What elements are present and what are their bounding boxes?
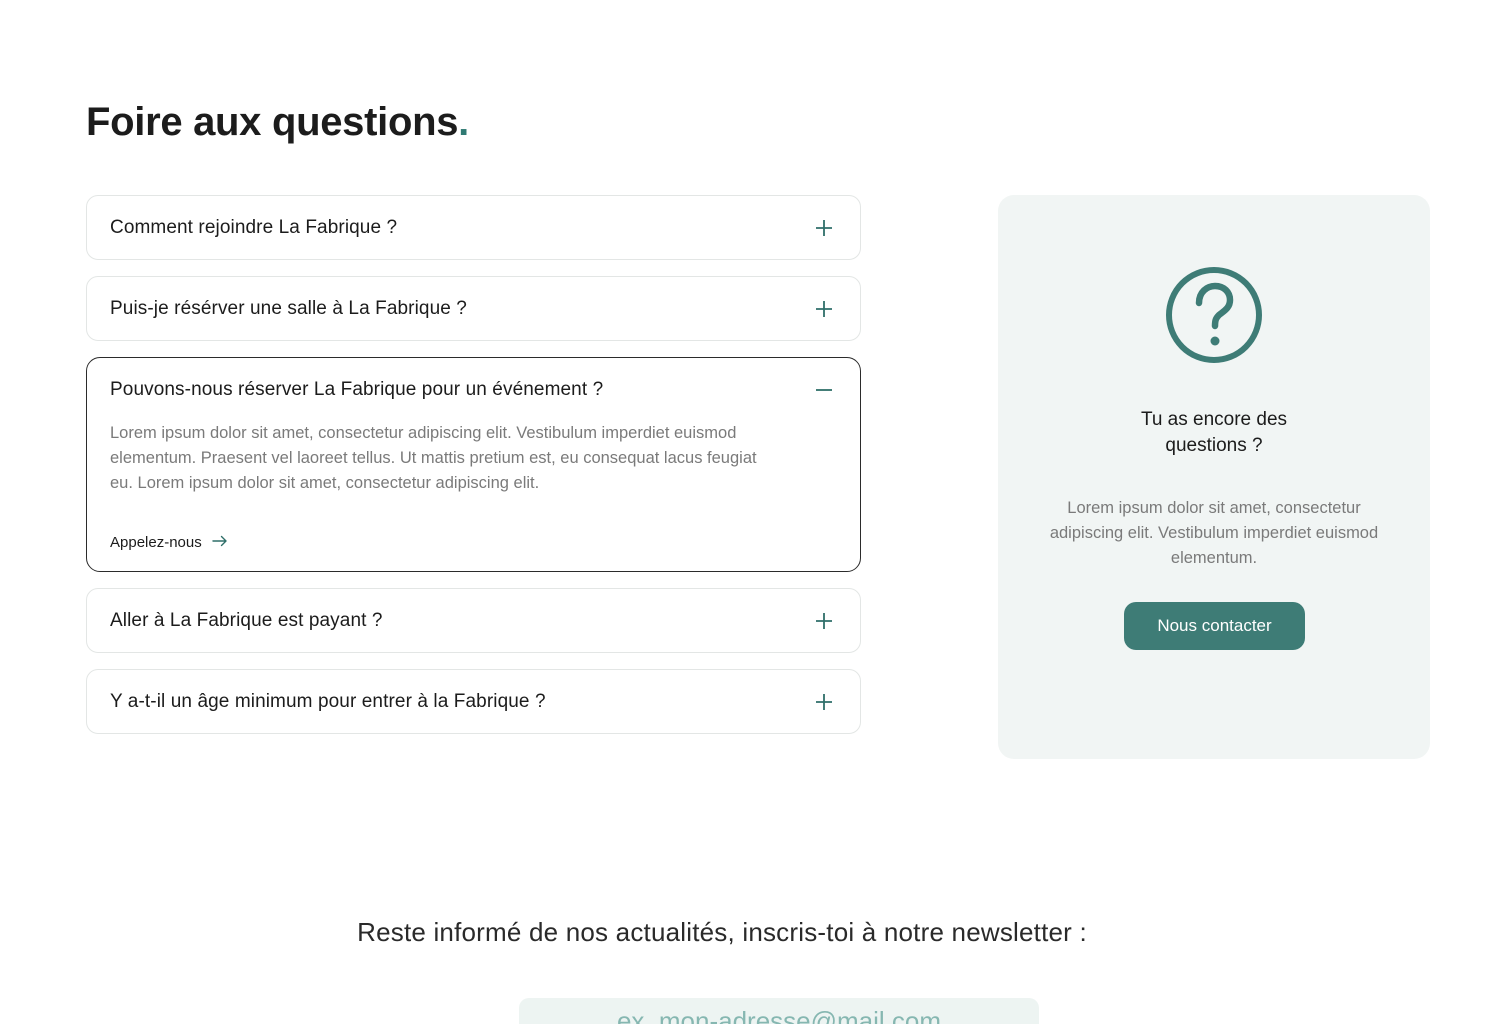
faq-answer: Lorem ipsum dolor sit amet, consectetur … [110,424,757,492]
contact-card-title: Tu as encore des questions ? [998,407,1430,459]
faq-answer-panel: Lorem ipsum dolor sit amet, consectetur … [87,421,860,571]
faq-item-header[interactable]: Y a-t-il un âge minimum pour entrer à la… [87,670,860,733]
faq-item-header[interactable]: Aller à La Fabrique est payant ? [87,589,860,652]
faq-item: Aller à La Fabrique est payant ? [86,588,861,653]
faq-item-header[interactable]: Comment rejoindre La Fabrique ? [87,196,860,259]
call-us-link[interactable]: Appelez-nous [110,534,228,551]
faq-item: Y a-t-il un âge minimum pour entrer à la… [86,669,861,734]
faq-question: Aller à La Fabrique est payant ? [110,609,383,631]
faq-list: Comment rejoindre La Fabrique ? Puis-je … [86,195,861,750]
contact-card-title-text: Tu as encore des questions ? [1140,409,1288,456]
faq-item-header[interactable]: Pouvons-nous réserver La Fabrique pour u… [87,358,860,421]
call-us-label: Appelez-nous [110,534,202,551]
plus-icon[interactable] [812,216,836,240]
faq-item: Puis-je résérver une salle à La Fabrique… [86,276,861,341]
plus-icon[interactable] [812,609,836,633]
arrow-right-icon [212,534,228,551]
faq-title: Foire aux questions. [86,96,469,148]
newsletter-text: Reste informé de nos actualités, inscris… [357,917,1087,947]
contact-card-text: Lorem ipsum dolor sit amet, consectetur … [1049,499,1379,567]
faq-question: Y a-t-il un âge minimum pour entrer à la… [110,690,546,712]
faq-item: Comment rejoindre La Fabrique ? [86,195,861,260]
contact-button[interactable]: Nous contacter [1124,602,1305,650]
faq-question: Puis-je résérver une salle à La Fabrique… [110,297,467,319]
faq-question: Comment rejoindre La Fabrique ? [110,216,398,238]
plus-icon[interactable] [812,690,836,714]
faq-item-expanded: Pouvons-nous réserver La Fabrique pour u… [86,357,861,572]
contact-card: Tu as encore des questions ? Lorem ipsum… [998,195,1430,759]
minus-icon[interactable] [812,378,836,402]
question-circle-icon [1166,267,1262,363]
newsletter-email-input[interactable] [519,998,1039,1024]
plus-icon[interactable] [812,297,836,321]
faq-question: Pouvons-nous réserver La Fabrique pour u… [110,378,604,400]
faq-title-text: Foire aux questions [86,100,459,144]
page: Foire aux questions. Comment rejoindre L… [0,0,1512,1024]
faq-title-dot: . [458,100,469,144]
faq-item-header[interactable]: Puis-je résérver une salle à La Fabrique… [87,277,860,340]
